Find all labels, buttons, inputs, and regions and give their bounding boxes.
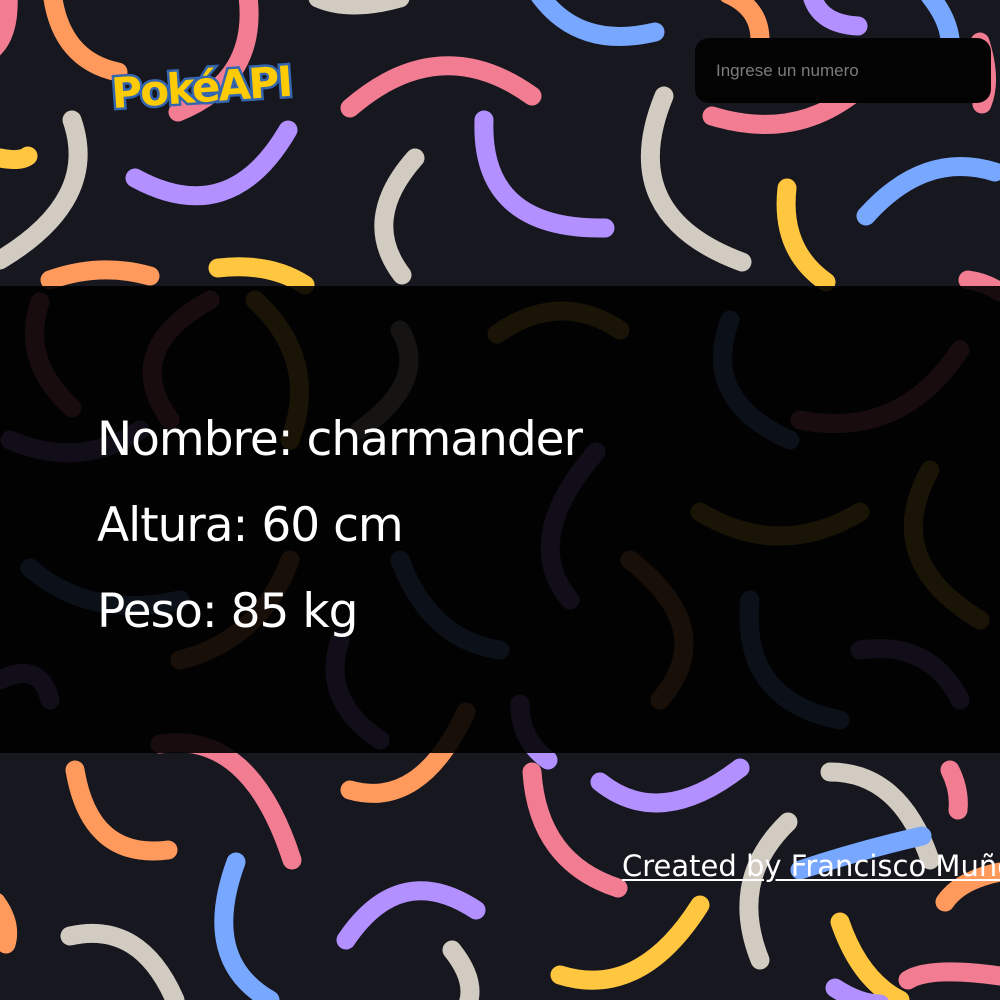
- pokemon-number-input[interactable]: [695, 38, 991, 103]
- logo-text: PokéAPI: [110, 57, 293, 118]
- pokemon-name: Nombre: charmander: [97, 412, 583, 467]
- pokemon-height: Altura: 60 cm: [97, 498, 404, 553]
- pokemon-weight: Peso: 85 kg: [97, 584, 358, 639]
- author-credit-link[interactable]: Created by Francisco Muñoz: [622, 846, 1000, 886]
- search-box: [695, 38, 991, 103]
- pokeapi-logo: PokéAPI: [107, 54, 295, 120]
- page: PokéAPI Nombre: charmander Altura: 60 cm…: [0, 0, 1000, 1000]
- pokemon-info-panel: Nombre: charmander Altura: 60 cm Peso: 8…: [0, 286, 1000, 753]
